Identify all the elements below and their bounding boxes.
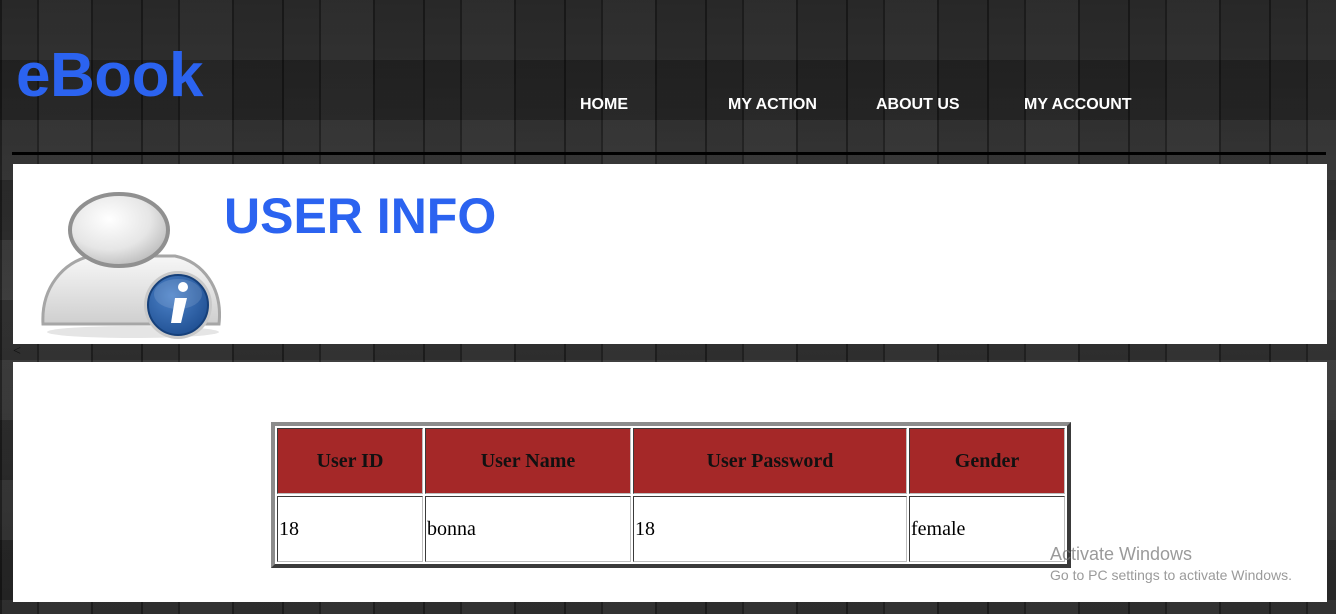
page-title: USER INFO: [224, 188, 497, 244]
column-header-user-password: User Password: [633, 428, 907, 494]
nav-my-account[interactable]: MY ACCOUNT: [1024, 96, 1132, 114]
cell-gender: female: [909, 496, 1065, 562]
nav-home[interactable]: HOME: [580, 96, 628, 114]
user-info-icon: [41, 192, 221, 339]
nav-about-us[interactable]: ABOUT US: [876, 96, 960, 114]
watermark-subtitle: Go to PC settings to activate Windows.: [1050, 567, 1292, 583]
nav-my-action[interactable]: MY ACTION: [728, 96, 817, 114]
user-info-table: User ID User Name User Password Gender 1…: [271, 422, 1071, 568]
watermark-title: Activate Windows: [1050, 544, 1193, 564]
column-header-gender: Gender: [909, 428, 1065, 494]
page-banner: USER INFO: [13, 164, 1327, 344]
table-row: 18 bonna 18 female: [277, 496, 1065, 562]
cell-user-password: 18: [633, 496, 907, 562]
cell-user-id: 18: [277, 496, 423, 562]
windows-activation-watermark: Activate Windows Go to PC settings to ac…: [1050, 543, 1292, 585]
column-header-user-id: User ID: [277, 428, 423, 494]
column-header-user-name: User Name: [425, 428, 631, 494]
cell-user-name: bonna: [425, 496, 631, 562]
header-divider: [12, 152, 1326, 155]
site-logo[interactable]: eBook: [16, 40, 203, 112]
table-header-row: User ID User Name User Password Gender: [277, 428, 1065, 494]
stray-text: <: [13, 344, 21, 359]
